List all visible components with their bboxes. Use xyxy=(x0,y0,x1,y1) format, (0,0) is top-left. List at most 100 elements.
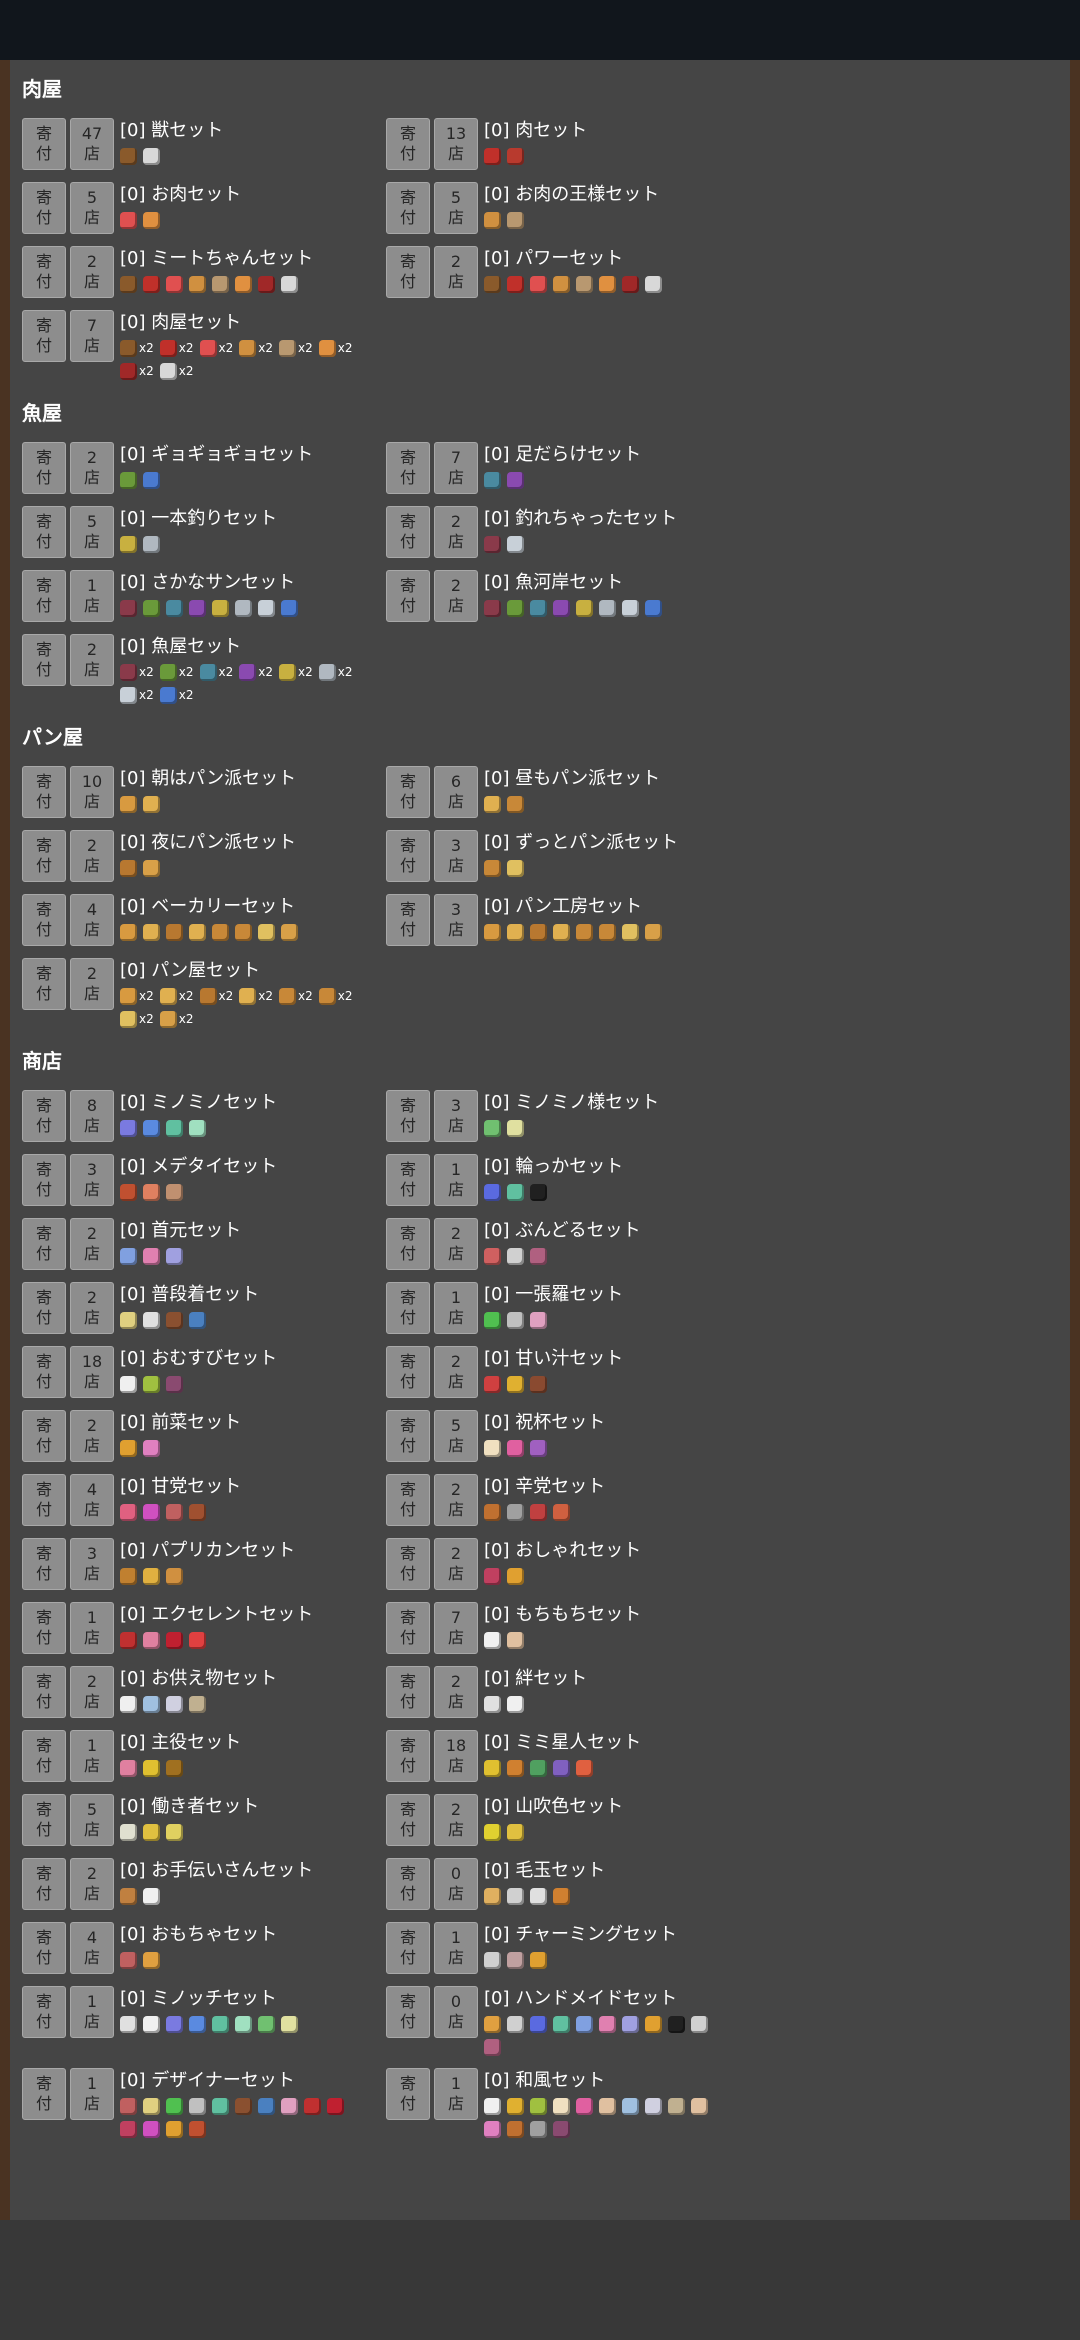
store-count-button[interactable]: 1店 xyxy=(70,570,114,622)
store-count-button[interactable]: 7店 xyxy=(434,442,478,494)
donate-button[interactable]: 寄付 xyxy=(386,118,430,170)
store-count-button[interactable]: 2店 xyxy=(434,1538,478,1590)
store-count-button[interactable]: 2店 xyxy=(434,1218,478,1270)
donate-button[interactable]: 寄付 xyxy=(22,1410,66,1462)
store-count-button[interactable]: 2店 xyxy=(70,246,114,298)
donate-button[interactable]: 寄付 xyxy=(386,830,430,882)
donate-button[interactable]: 寄付 xyxy=(386,442,430,494)
donate-button[interactable]: 寄付 xyxy=(22,1282,66,1334)
donate-button[interactable]: 寄付 xyxy=(386,1090,430,1142)
donate-button[interactable]: 寄付 xyxy=(22,1090,66,1142)
donate-button[interactable]: 寄付 xyxy=(22,1154,66,1206)
donate-button[interactable]: 寄付 xyxy=(386,1858,430,1910)
donate-button[interactable]: 寄付 xyxy=(386,894,430,946)
store-count-button[interactable]: 2店 xyxy=(434,1666,478,1718)
store-count-button[interactable]: 0店 xyxy=(434,1986,478,2038)
donate-button[interactable]: 寄付 xyxy=(386,766,430,818)
donate-button[interactable]: 寄付 xyxy=(386,2068,430,2120)
donate-button[interactable]: 寄付 xyxy=(22,1794,66,1846)
donate-button[interactable]: 寄付 xyxy=(386,1602,430,1654)
donate-button[interactable]: 寄付 xyxy=(22,182,66,234)
donate-button[interactable]: 寄付 xyxy=(22,1218,66,1270)
store-count-button[interactable]: 1店 xyxy=(70,1730,114,1782)
store-count-button[interactable]: 18 店 xyxy=(70,1346,114,1398)
store-count-button[interactable]: 0店 xyxy=(434,1858,478,1910)
store-count-button[interactable]: 2店 xyxy=(70,830,114,882)
donate-button[interactable]: 寄付 xyxy=(22,442,66,494)
store-count-button[interactable]: 2店 xyxy=(70,958,114,1010)
store-count-button[interactable]: 2店 xyxy=(434,246,478,298)
donate-button[interactable]: 寄付 xyxy=(22,1346,66,1398)
store-count-button[interactable]: 5店 xyxy=(434,1410,478,1462)
store-count-button[interactable]: 4店 xyxy=(70,1474,114,1526)
store-count-button[interactable]: 8店 xyxy=(70,1090,114,1142)
donate-button[interactable]: 寄付 xyxy=(386,506,430,558)
donate-button[interactable]: 寄付 xyxy=(386,1986,430,2038)
store-count-button[interactable]: 7店 xyxy=(70,310,114,362)
donate-button[interactable]: 寄付 xyxy=(386,1282,430,1334)
donate-button[interactable]: 寄付 xyxy=(22,894,66,946)
donate-button[interactable]: 寄付 xyxy=(386,1922,430,1974)
store-count-button[interactable]: 1店 xyxy=(70,2068,114,2120)
donate-button[interactable]: 寄付 xyxy=(22,570,66,622)
store-count-button[interactable]: 2店 xyxy=(434,1474,478,1526)
donate-button[interactable]: 寄付 xyxy=(22,1922,66,1974)
donate-button[interactable]: 寄付 xyxy=(22,958,66,1010)
donate-button[interactable]: 寄付 xyxy=(22,1474,66,1526)
store-count-button[interactable]: 5店 xyxy=(434,182,478,234)
store-count-button[interactable]: 2店 xyxy=(70,1858,114,1910)
store-count-button[interactable]: 2店 xyxy=(70,442,114,494)
donate-button[interactable]: 寄付 xyxy=(22,310,66,362)
store-count-button[interactable]: 1店 xyxy=(70,1602,114,1654)
store-count-button[interactable]: 5店 xyxy=(70,506,114,558)
store-count-button[interactable]: 6店 xyxy=(434,766,478,818)
donate-button[interactable]: 寄付 xyxy=(22,830,66,882)
store-count-button[interactable]: 5店 xyxy=(70,182,114,234)
donate-button[interactable]: 寄付 xyxy=(22,766,66,818)
donate-button[interactable]: 寄付 xyxy=(386,1346,430,1398)
store-count-button[interactable]: 2店 xyxy=(70,634,114,686)
store-count-button[interactable]: 2店 xyxy=(434,570,478,622)
store-count-button[interactable]: 3店 xyxy=(434,830,478,882)
donate-button[interactable]: 寄付 xyxy=(386,1538,430,1590)
store-count-button[interactable]: 3店 xyxy=(434,1090,478,1142)
store-count-button[interactable]: 3店 xyxy=(70,1538,114,1590)
donate-button[interactable]: 寄付 xyxy=(22,634,66,686)
store-count-button[interactable]: 5店 xyxy=(70,1794,114,1846)
donate-button[interactable]: 寄付 xyxy=(22,1858,66,1910)
donate-button[interactable]: 寄付 xyxy=(22,1538,66,1590)
store-count-button[interactable]: 2店 xyxy=(70,1666,114,1718)
donate-button[interactable]: 寄付 xyxy=(386,1666,430,1718)
store-count-button[interactable]: 1店 xyxy=(70,1986,114,2038)
store-count-button[interactable]: 3店 xyxy=(434,894,478,946)
store-count-button[interactable]: 4店 xyxy=(70,1922,114,1974)
store-count-button[interactable]: 1店 xyxy=(434,1282,478,1334)
donate-button[interactable]: 寄付 xyxy=(386,1794,430,1846)
store-count-button[interactable]: 2店 xyxy=(70,1410,114,1462)
store-count-button[interactable]: 1店 xyxy=(434,2068,478,2120)
store-count-button[interactable]: 18 店 xyxy=(434,1730,478,1782)
store-count-button[interactable]: 2店 xyxy=(434,1346,478,1398)
donate-button[interactable]: 寄付 xyxy=(386,1410,430,1462)
store-count-button[interactable]: 4店 xyxy=(70,894,114,946)
donate-button[interactable]: 寄付 xyxy=(22,1986,66,2038)
store-count-button[interactable]: 2店 xyxy=(70,1218,114,1270)
donate-button[interactable]: 寄付 xyxy=(22,118,66,170)
donate-button[interactable]: 寄付 xyxy=(386,182,430,234)
donate-button[interactable]: 寄付 xyxy=(22,1666,66,1718)
donate-button[interactable]: 寄付 xyxy=(386,1474,430,1526)
donate-button[interactable]: 寄付 xyxy=(386,1154,430,1206)
donate-button[interactable]: 寄付 xyxy=(22,246,66,298)
store-count-button[interactable]: 1店 xyxy=(434,1922,478,1974)
donate-button[interactable]: 寄付 xyxy=(22,1602,66,1654)
store-count-button[interactable]: 7店 xyxy=(434,1602,478,1654)
store-count-button[interactable]: 10 店 xyxy=(70,766,114,818)
donate-button[interactable]: 寄付 xyxy=(386,1218,430,1270)
donate-button[interactable]: 寄付 xyxy=(22,1730,66,1782)
donate-button[interactable]: 寄付 xyxy=(22,506,66,558)
donate-button[interactable]: 寄付 xyxy=(22,2068,66,2120)
store-count-button[interactable]: 1店 xyxy=(434,1154,478,1206)
store-count-button[interactable]: 13 店 xyxy=(434,118,478,170)
store-count-button[interactable]: 2店 xyxy=(434,1794,478,1846)
store-count-button[interactable]: 2店 xyxy=(70,1282,114,1334)
